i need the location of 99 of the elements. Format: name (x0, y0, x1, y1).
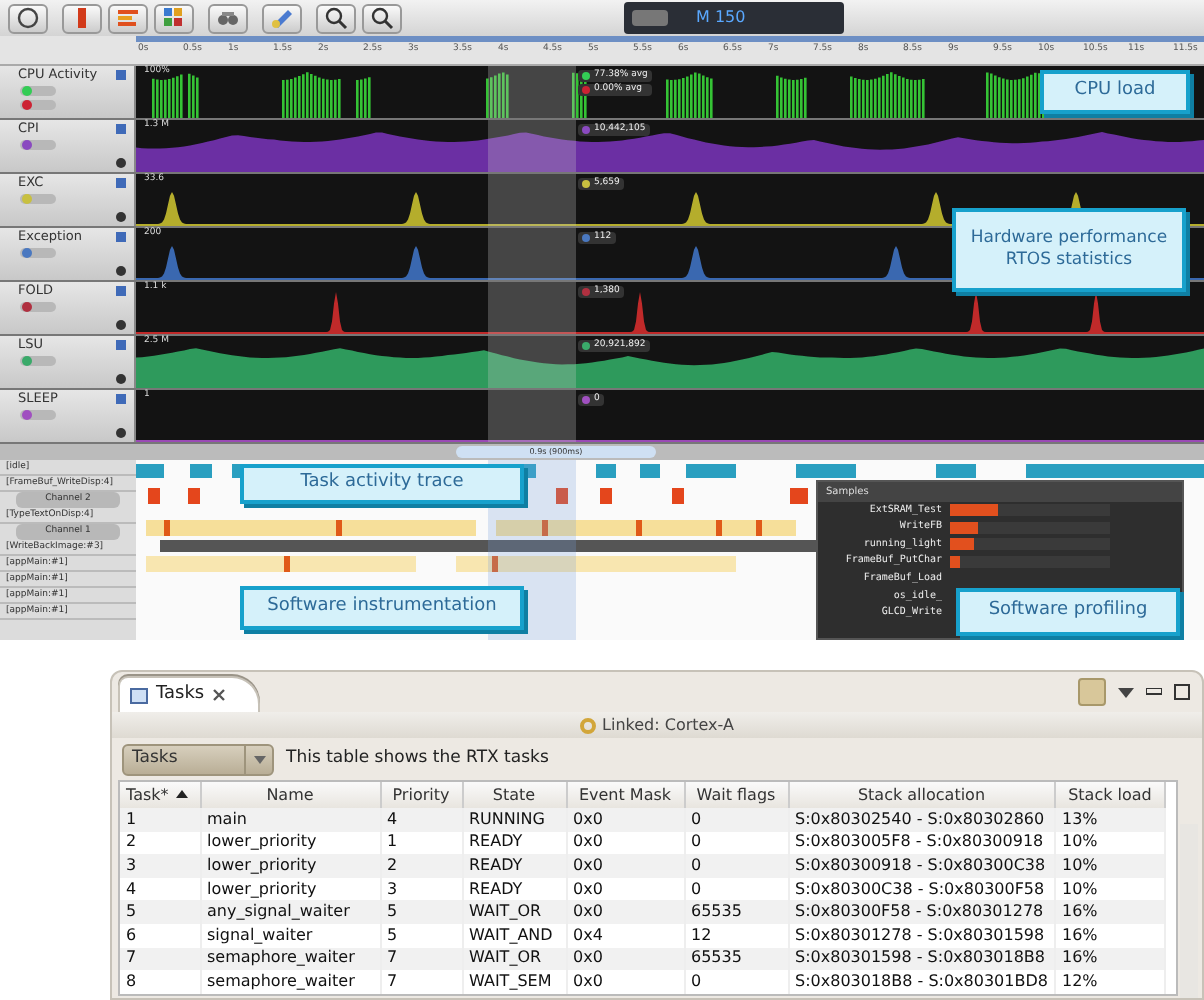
settings-icon[interactable] (116, 158, 126, 168)
selection-band (488, 390, 576, 442)
table-cell: 0 (684, 808, 788, 832)
table-cell: S:0x80302540 - S:0x80302860 (788, 808, 1055, 832)
selection-band (488, 228, 576, 280)
column-header[interactable]: Wait flags (684, 782, 788, 808)
settings-icon[interactable] (116, 212, 126, 222)
table-cell: 0x0 (566, 808, 684, 832)
column-header[interactable]: Task* (120, 782, 200, 808)
table-cell: S:0x803018B8 - S:0x80301BD8 (788, 970, 1055, 994)
table-cell: S:0x80301598 - S:0x803018B8 (788, 947, 1055, 971)
grid-icon (162, 6, 186, 30)
bars-icon (116, 6, 140, 30)
selection-band (488, 120, 576, 172)
settings-icon[interactable] (116, 428, 126, 438)
column-header[interactable]: Stack load (1054, 782, 1165, 808)
table-cell: 0x0 (566, 970, 684, 994)
binoculars-button[interactable] (208, 3, 248, 33)
selection-band (488, 66, 576, 118)
paint-icon (270, 6, 294, 30)
link-icon (580, 717, 597, 733)
column-header[interactable]: Priority (380, 782, 462, 808)
callout-label: Software instrumentation (240, 586, 524, 630)
table-cell: main (200, 808, 380, 832)
view-menu-icon[interactable] (1118, 687, 1134, 697)
table-cell: 0x0 (566, 947, 684, 971)
callout-label: CPU load (1040, 70, 1190, 114)
marker-button[interactable] (62, 3, 102, 33)
grid-button[interactable] (154, 3, 194, 33)
track-color-swatch[interactable] (116, 340, 126, 350)
table-cell: 1 (120, 808, 200, 832)
zoom-in-icon (324, 6, 348, 30)
track-color-swatch[interactable] (116, 394, 126, 404)
table-cell: 5 (120, 900, 200, 924)
table-cell: 7 (380, 947, 462, 971)
callout-label: Hardware performance RTOS statistics (952, 208, 1186, 292)
track-color-swatch[interactable] (116, 124, 126, 134)
column-header[interactable]: Event Mask (566, 782, 684, 808)
table-cell: 2 (380, 854, 462, 878)
table-cell: WAIT_OR (462, 900, 566, 924)
display-value: M 150 (696, 10, 746, 26)
close-icon[interactable] (212, 687, 227, 702)
view-dropdown[interactable]: Tasks (122, 743, 274, 775)
table-cell: 3 (120, 854, 200, 878)
table-cell: S:0x80300918 - S:0x80300C38 (788, 854, 1055, 878)
zoom-out-button[interactable] (362, 3, 402, 33)
table-cell: 0x0 (566, 854, 684, 878)
track-color-swatch[interactable] (116, 178, 126, 188)
table-cell: WAIT_OR (462, 947, 566, 971)
zoom-in-button[interactable] (316, 3, 356, 33)
table-cell: 0x0 (566, 900, 684, 924)
table-cell: semaphore_waiter (200, 947, 380, 971)
table-cell: 7 (380, 970, 462, 994)
track-color-swatch[interactable] (116, 70, 126, 80)
paint-button[interactable] (262, 3, 302, 33)
track-color-swatch[interactable] (116, 286, 126, 296)
column-header[interactable]: Name (200, 782, 380, 808)
settings-icon[interactable] (116, 266, 126, 276)
callout-label: Task activity trace (240, 464, 524, 504)
maximize-icon[interactable] (1174, 684, 1190, 700)
scrollbar[interactable] (1180, 824, 1198, 998)
table-cell: 16% (1054, 947, 1165, 971)
selection-band (488, 174, 576, 226)
table-cell: 5 (380, 900, 462, 924)
column-header[interactable]: State (462, 782, 566, 808)
table-cell: 0 (684, 970, 788, 994)
zoom-out-icon (370, 6, 394, 30)
table-cell: WAIT_SEM (462, 970, 566, 994)
table-cell: 12% (1054, 970, 1165, 994)
minimize-icon[interactable] (1146, 688, 1162, 696)
tasks-tab[interactable]: Tasks (118, 676, 261, 712)
column-header[interactable]: Stack allocation (788, 782, 1055, 808)
table-cell: lower_priority (200, 854, 380, 878)
selection-band (488, 336, 576, 388)
table-cell: READY (462, 854, 566, 878)
table-cell: 10% (1054, 854, 1165, 878)
settings-icon[interactable] (116, 374, 126, 384)
binoculars-icon (216, 6, 240, 30)
selection-band (488, 282, 576, 334)
table-cell: 65535 (684, 900, 788, 924)
table-cell: RUNNING (462, 808, 566, 832)
table-cell: 0 (684, 854, 788, 878)
table-cell: semaphore_waiter (200, 970, 380, 994)
bars-button[interactable] (108, 3, 148, 33)
callout-label: Software profiling (956, 588, 1180, 636)
linked-target[interactable]: Linked: Cortex-A (602, 713, 734, 737)
track-color-swatch[interactable] (116, 232, 126, 242)
settings-icon[interactable] (116, 320, 126, 330)
table-description: This table shows the RTX tasks (286, 746, 549, 772)
table-cell: 13% (1054, 808, 1165, 832)
table-cell: any_signal_waiter (200, 900, 380, 924)
table-cell: 65535 (684, 947, 788, 971)
table-cell: 8 (120, 970, 200, 994)
table-cell: 16% (1054, 900, 1165, 924)
caret-icon (253, 755, 265, 763)
table-cell: S:0x80300F58 - S:0x80301278 (788, 900, 1055, 924)
table-cell: 4 (380, 808, 462, 832)
sort-icon (176, 790, 189, 799)
table-cell: 7 (120, 947, 200, 971)
